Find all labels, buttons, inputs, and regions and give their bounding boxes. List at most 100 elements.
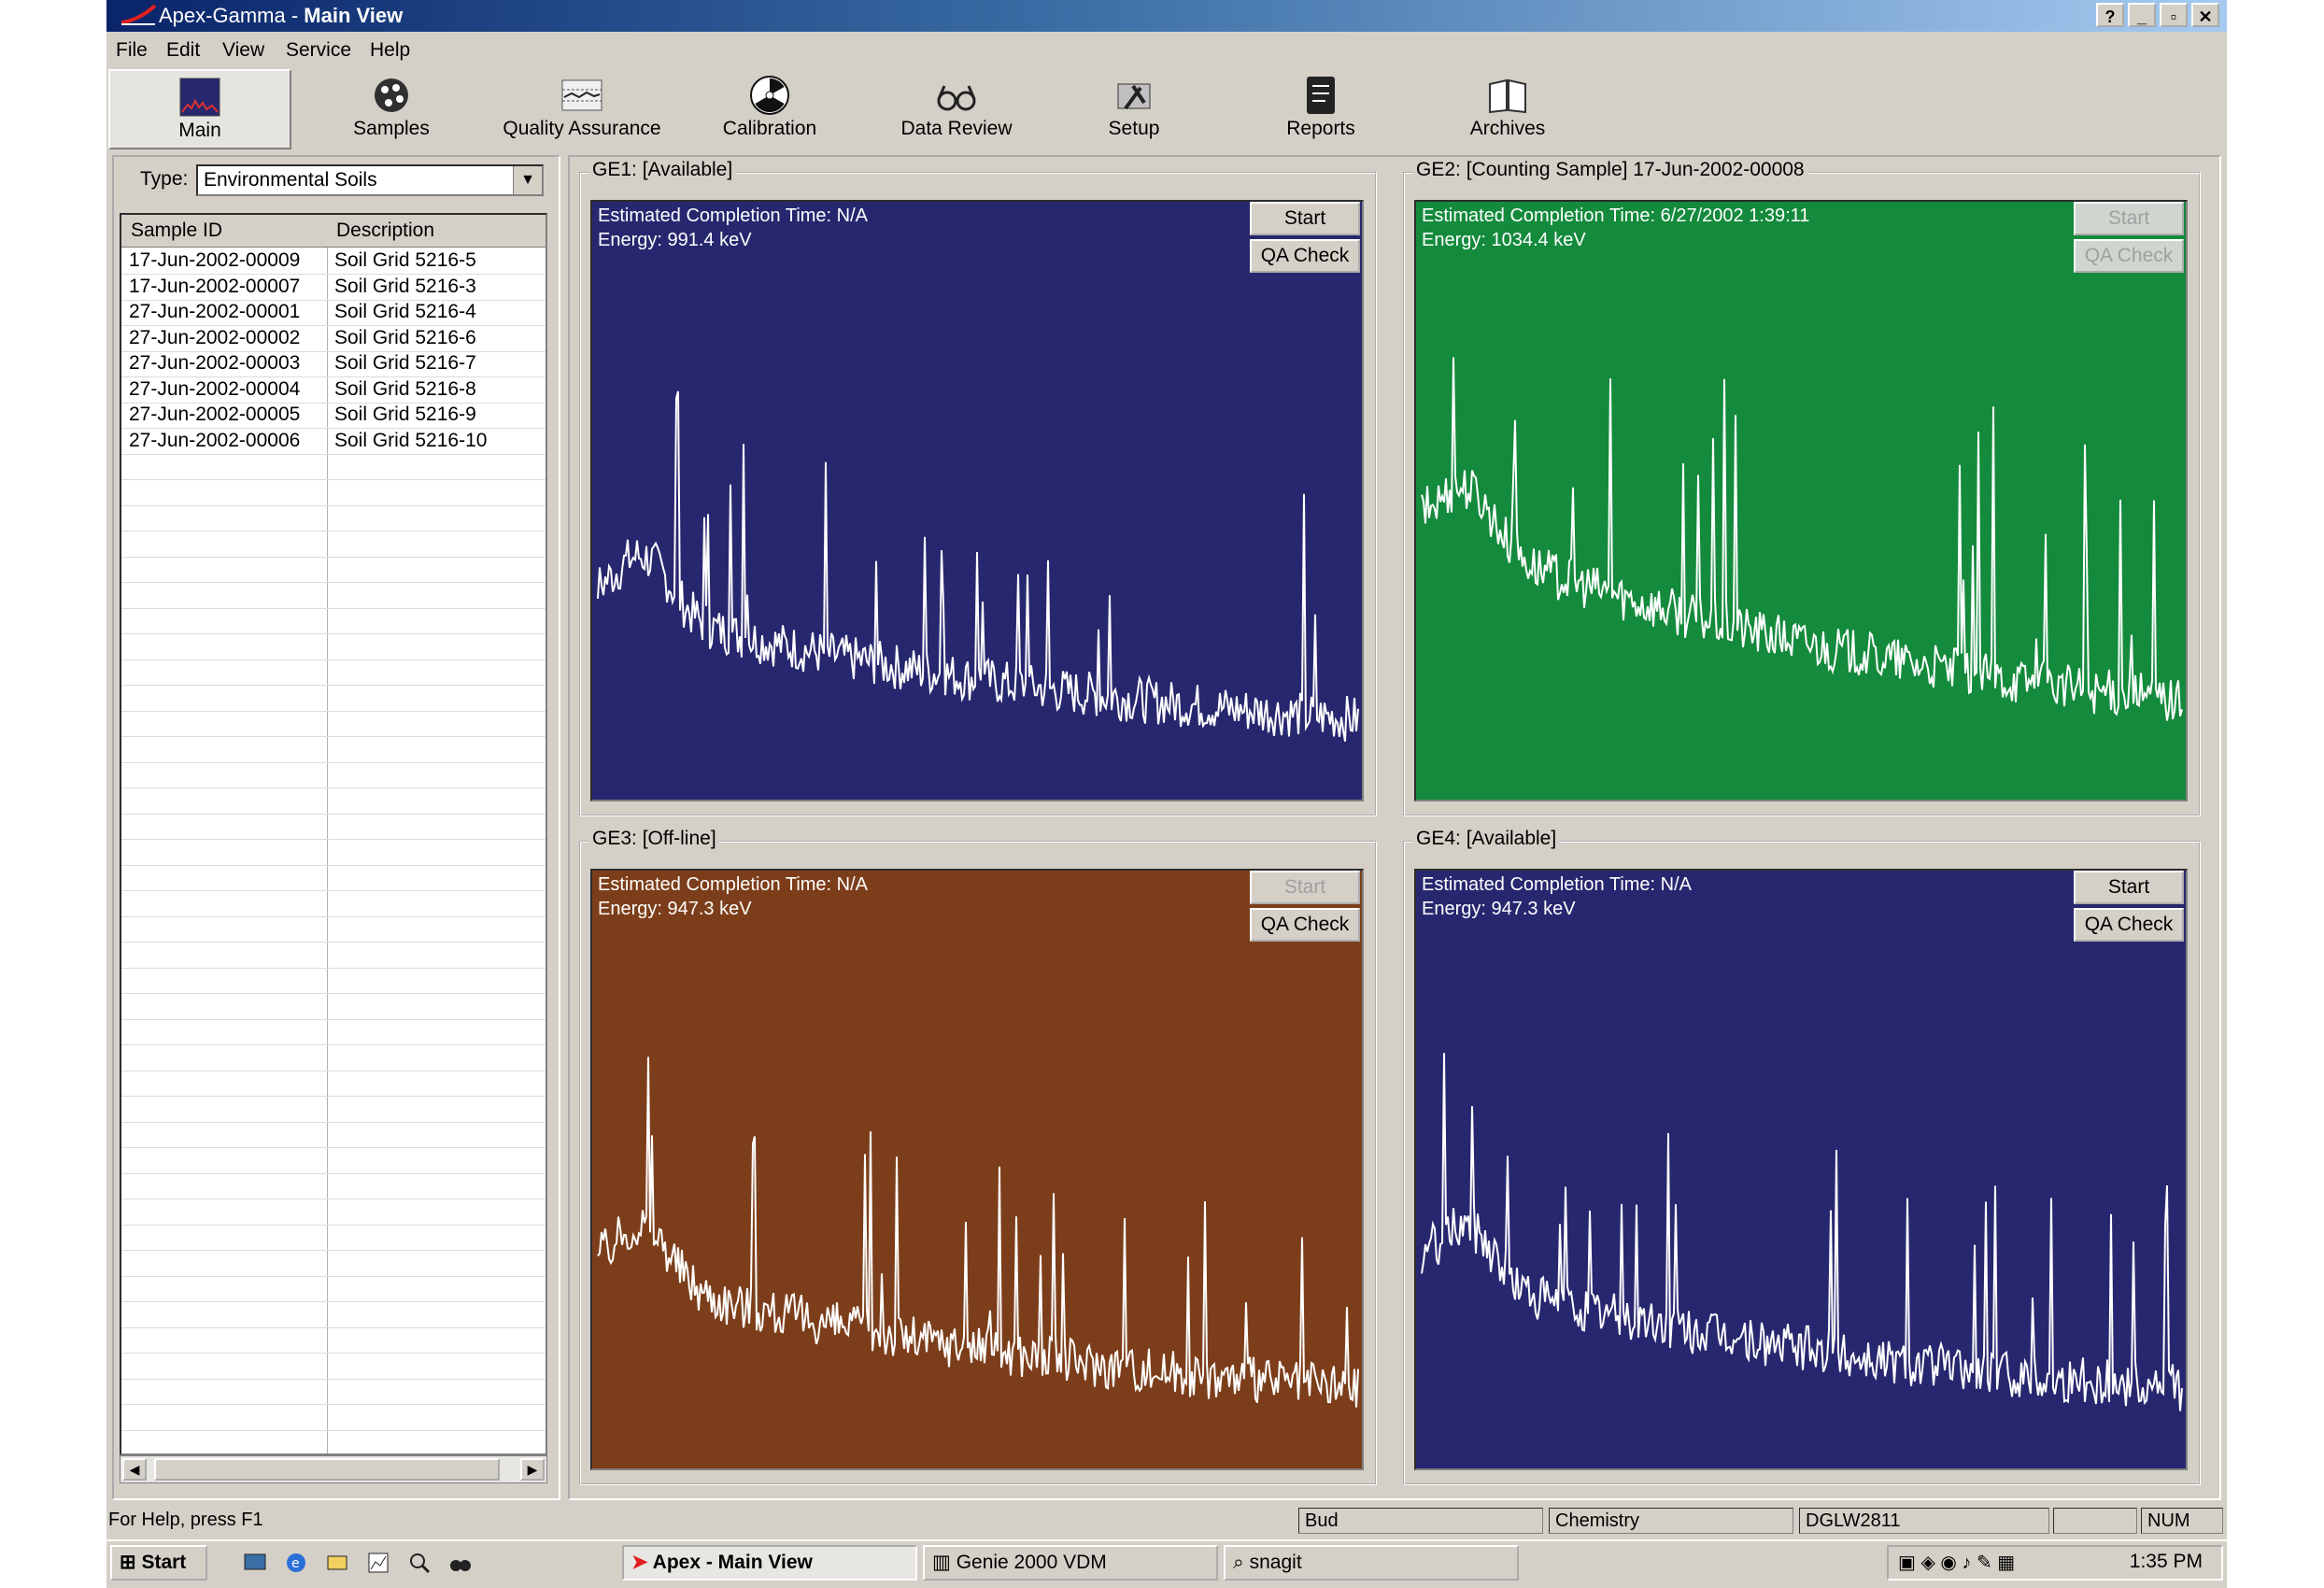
- start-button[interactable]: Start: [2074, 202, 2184, 235]
- table-row[interactable]: 27-Jun-2002-00006 Soil Grid 5216-10: [121, 429, 546, 455]
- table-row[interactable]: [121, 1379, 546, 1405]
- start-button-taskbar[interactable]: ⊞ Start: [110, 1545, 207, 1581]
- tray-icons[interactable]: ▣ ◈ ◉ ♪ ✎ ▦: [1898, 1551, 2015, 1574]
- task-apex-main-view[interactable]: ➤ Apex - Main View: [622, 1545, 917, 1581]
- table-row[interactable]: [121, 994, 546, 1020]
- table-row[interactable]: [121, 1097, 546, 1123]
- spectrum-line: [1421, 357, 2183, 721]
- scroll-right-icon[interactable]: ▶: [520, 1458, 545, 1481]
- table-row[interactable]: [121, 532, 546, 558]
- table-row[interactable]: [121, 659, 546, 686]
- status-machine: DGLW2811: [1799, 1508, 2049, 1534]
- title-bar[interactable]: Apex-Gamma - Main View ? _ ▫ ✕: [106, 0, 2227, 32]
- chart-quicklaunch-icon[interactable]: [366, 1551, 390, 1575]
- task-snagit[interactable]: ⌕ snagit: [1224, 1545, 1519, 1581]
- desktop-icon[interactable]: [243, 1551, 267, 1575]
- table-row[interactable]: 27-Jun-2002-00005 Soil Grid 5216-9: [121, 403, 546, 429]
- table-row[interactable]: [121, 1148, 546, 1174]
- menu-help[interactable]: Help: [370, 39, 410, 62]
- table-row[interactable]: [121, 634, 546, 660]
- scroll-thumb[interactable]: [154, 1458, 500, 1481]
- spectrum-display[interactable]: Estimated Completion Time: N/A Energy: 9…: [590, 869, 1364, 1470]
- table-row[interactable]: [121, 788, 546, 815]
- table-row[interactable]: [121, 1354, 546, 1380]
- toolbar-reports[interactable]: Reports: [1246, 69, 1396, 149]
- qa-check-button[interactable]: QA Check: [1250, 239, 1360, 273]
- menu-edit[interactable]: Edit: [166, 39, 200, 62]
- start-button[interactable]: Start: [1250, 202, 1360, 235]
- column-header-sample-id[interactable]: Sample ID: [131, 220, 222, 242]
- scroll-left-icon[interactable]: ◀: [122, 1458, 147, 1481]
- table-row[interactable]: [121, 1302, 546, 1328]
- toolbar-setup[interactable]: Setup: [1069, 69, 1199, 149]
- qa-check-button[interactable]: QA Check: [1250, 908, 1360, 942]
- table-row[interactable]: [121, 1019, 546, 1045]
- outlook-icon[interactable]: [325, 1551, 349, 1575]
- table-row[interactable]: [121, 968, 546, 994]
- table-row[interactable]: [121, 557, 546, 583]
- search-icon[interactable]: [407, 1551, 432, 1575]
- menu-view[interactable]: View: [222, 39, 264, 62]
- table-row[interactable]: 27-Jun-2002-00002 Soil Grid 5216-6: [121, 326, 546, 352]
- spectrum-display[interactable]: Estimated Completion Time: 6/27/2002 1:3…: [1414, 200, 2188, 801]
- browser-icon[interactable]: e: [284, 1551, 308, 1575]
- start-button[interactable]: Start: [1250, 871, 1360, 904]
- toolbar-data-review[interactable]: Data Review: [872, 69, 1041, 149]
- menu-file[interactable]: File: [116, 39, 148, 62]
- table-row[interactable]: [121, 1405, 546, 1431]
- toolbar-quality-assurance[interactable]: Quality Assurance: [484, 69, 680, 149]
- toolbar-samples[interactable]: Samples: [312, 69, 471, 149]
- table-row[interactable]: [121, 891, 546, 917]
- spectrum-trace: [1421, 357, 2183, 721]
- table-row[interactable]: [121, 865, 546, 891]
- column-header-description[interactable]: Description: [336, 220, 434, 242]
- table-row[interactable]: [121, 814, 546, 840]
- table-row[interactable]: [121, 1430, 546, 1453]
- table-row[interactable]: [121, 608, 546, 634]
- table-row[interactable]: [121, 840, 546, 866]
- qa-check-button[interactable]: QA Check: [2074, 239, 2184, 273]
- toolbar-main[interactable]: Main: [108, 69, 291, 149]
- table-row[interactable]: 27-Jun-2002-00001 Soil Grid 5216-4: [121, 300, 546, 326]
- table-header: Sample ID Description: [121, 215, 546, 248]
- table-row[interactable]: [121, 762, 546, 788]
- table-row[interactable]: [121, 1173, 546, 1199]
- table-row[interactable]: 27-Jun-2002-00003 Soil Grid 5216-7: [121, 351, 546, 377]
- table-row[interactable]: [121, 1045, 546, 1071]
- table-row[interactable]: [121, 1251, 546, 1277]
- table-row[interactable]: [121, 711, 546, 737]
- table-row[interactable]: [121, 1327, 546, 1354]
- table-row[interactable]: [121, 916, 546, 943]
- minimize-button[interactable]: _: [2128, 3, 2156, 27]
- spectrum-display[interactable]: Estimated Completion Time: N/A Energy: 9…: [1414, 869, 2188, 1470]
- table-row[interactable]: [121, 1070, 546, 1097]
- chevron-down-icon[interactable]: ▼: [513, 166, 542, 194]
- toolbar-calibration[interactable]: Calibration: [695, 69, 844, 149]
- table-row[interactable]: 17-Jun-2002-00009 Soil Grid 5216-5: [121, 248, 546, 275]
- task-genie-vdm[interactable]: ▥ Genie 2000 VDM: [923, 1545, 1218, 1581]
- table-row[interactable]: [121, 454, 546, 480]
- qa-check-button[interactable]: QA Check: [2074, 908, 2184, 942]
- help-window-button[interactable]: ?: [2096, 3, 2124, 27]
- table-row[interactable]: 17-Jun-2002-00007 Soil Grid 5216-3: [121, 275, 546, 301]
- table-row[interactable]: [121, 1276, 546, 1302]
- table-row[interactable]: 27-Jun-2002-00004 Soil Grid 5216-8: [121, 377, 546, 404]
- restore-button[interactable]: ▫: [2160, 3, 2188, 27]
- close-button[interactable]: ✕: [2191, 3, 2219, 27]
- table-row[interactable]: [121, 737, 546, 763]
- start-button[interactable]: Start: [2074, 871, 2184, 904]
- spectrum-display[interactable]: Estimated Completion Time: N/A Energy: 9…: [590, 200, 1364, 801]
- menu-service[interactable]: Service: [286, 39, 351, 62]
- table-row[interactable]: [121, 505, 546, 532]
- toolbar-archives[interactable]: Archives: [1433, 69, 1582, 149]
- table-row[interactable]: [121, 686, 546, 712]
- table-row[interactable]: [121, 943, 546, 969]
- table-row[interactable]: [121, 1225, 546, 1251]
- binoculars-icon[interactable]: [448, 1551, 473, 1575]
- table-row[interactable]: [121, 1122, 546, 1148]
- type-select[interactable]: Environmental Soils ▼: [196, 164, 544, 196]
- table-row[interactable]: [121, 1199, 546, 1226]
- table-row[interactable]: [121, 583, 546, 609]
- table-row[interactable]: [121, 480, 546, 506]
- horizontal-scrollbar[interactable]: ◀ ▶: [120, 1455, 547, 1483]
